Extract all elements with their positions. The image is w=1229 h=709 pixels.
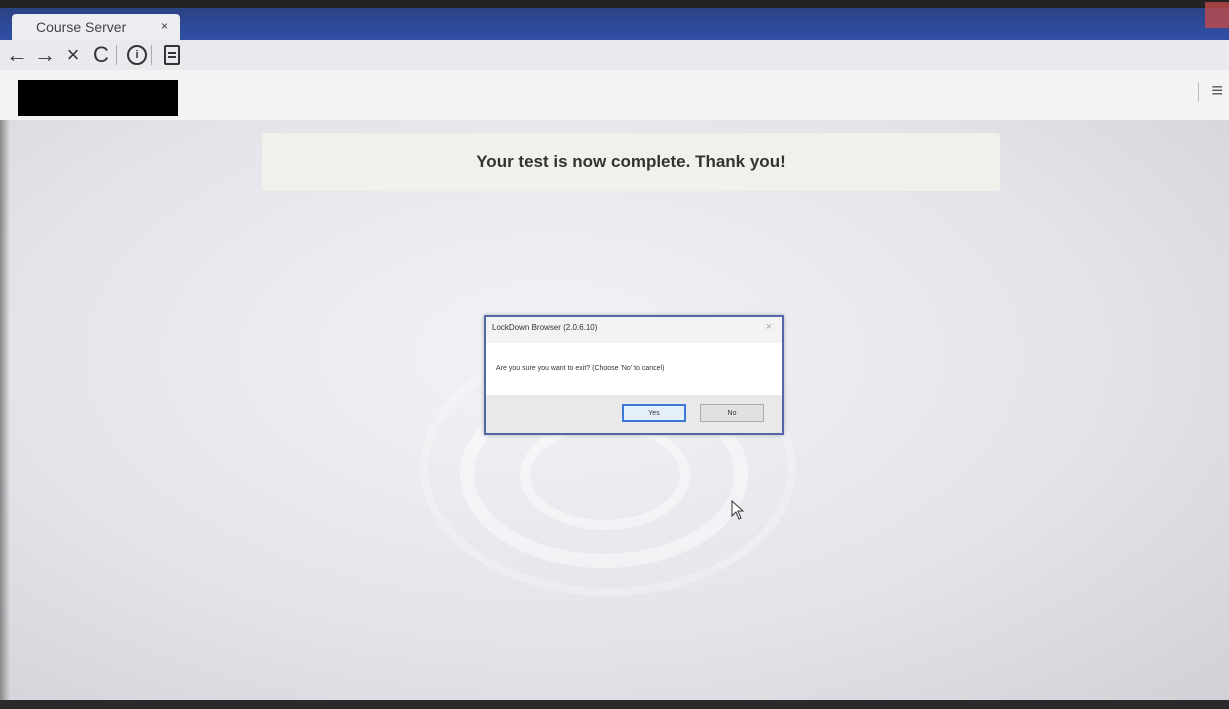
tab-strip: Course Server × [0,0,1229,40]
exit-confirm-dialog: LockDown Browser (2.0.6.10) × Are you su… [484,315,784,435]
dialog-message: Are you sure you want to exit? (Choose '… [496,365,665,372]
dialog-title: LockDown Browser (2.0.6.10) [492,323,598,332]
yes-button[interactable]: Yes [622,404,686,422]
stop-icon[interactable]: × [62,43,84,67]
toolbar-row: ≡ [0,70,1229,121]
nav-divider [116,45,117,65]
dialog-close-icon[interactable]: × [766,321,772,333]
monitor-bezel-bottom [0,700,1229,709]
tab-course-server[interactable]: Course Server × [12,14,180,40]
no-button[interactable]: No [700,404,764,422]
back-arrow-icon[interactable]: ← [6,43,28,67]
nav-divider [151,45,152,65]
screen: Course Server × ← → × C i ≡ Your test is… [0,0,1229,709]
page-content: Your test is now complete. Thank you! Lo… [0,120,1229,709]
reload-icon[interactable]: C [90,43,112,67]
dialog-body: Are you sure you want to exit? (Choose '… [486,343,782,395]
forward-arrow-icon[interactable]: → [34,43,56,67]
dialog-footer: Yes No [486,395,782,433]
completion-banner: Your test is now complete. Thank you! [262,133,1000,191]
menu-icon[interactable]: ≡ [1211,80,1223,103]
mouse-pointer-icon [731,500,745,520]
tab-label: Course Server [36,19,127,35]
toolbar-divider [1198,82,1199,102]
tab-close-icon[interactable]: × [161,19,168,33]
redacted-area [18,80,178,116]
completion-message: Your test is now complete. Thank you! [476,152,786,171]
page-icon[interactable] [164,45,180,65]
monitor-bezel-top [0,0,1229,8]
photo-edge-shadow [0,120,10,709]
window-corner-accent [1205,2,1229,28]
info-icon[interactable]: i [127,45,147,65]
navigation-bar: ← → × C i [0,40,1229,71]
